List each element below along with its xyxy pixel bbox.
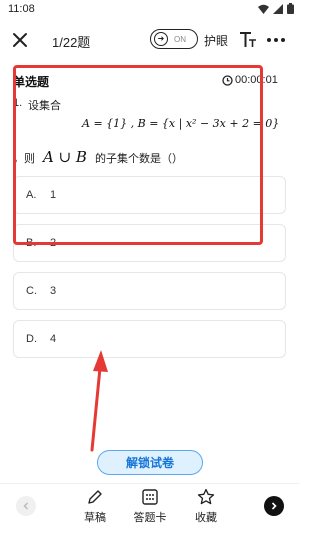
unlock-exam-button[interactable]: 解锁试卷 [97, 450, 203, 475]
previous-button[interactable] [16, 496, 36, 516]
option-letter: D. [26, 333, 37, 345]
signal-icon [273, 3, 283, 14]
font-size-icon[interactable] [238, 30, 258, 50]
option-text: 4 [50, 333, 57, 345]
favorite-button[interactable]: 收藏 [186, 488, 226, 525]
eye-care-label: 护眼 [204, 34, 229, 48]
status-bar: 11:08 [0, 0, 300, 20]
close-icon[interactable] [10, 30, 30, 50]
answer-card-button[interactable]: 答题卡 [130, 488, 170, 525]
toggle-state: ON [174, 34, 186, 44]
status-icons [258, 3, 294, 14]
bottom-toolbar: 草稿 答题卡 收藏 [0, 483, 300, 534]
highlight-annotation-box [13, 65, 263, 245]
toggle-arrow-icon: ➜ [154, 32, 168, 46]
draft-label: 草稿 [84, 512, 106, 524]
question-progress: 1/22题 [52, 35, 91, 50]
favorite-label: 收藏 [195, 512, 217, 524]
option-letter: C. [26, 285, 37, 297]
top-bar: 1/22题 ➜ ON 护眼 [0, 26, 300, 56]
star-icon [197, 488, 215, 505]
battery-icon [287, 3, 294, 14]
answer-card-label: 答题卡 [133, 512, 167, 524]
option-c[interactable]: C. 3 [13, 272, 286, 310]
option-text: 3 [50, 285, 57, 297]
option-d[interactable]: D. 4 [13, 320, 286, 358]
eye-care-toggle[interactable]: ➜ ON [150, 29, 198, 49]
pen-icon [88, 490, 102, 504]
status-time: 11:08 [8, 3, 35, 15]
answer-card-icon [142, 489, 158, 505]
chevron-right-icon [271, 502, 277, 510]
next-button[interactable] [264, 496, 284, 516]
more-icon[interactable] [264, 30, 288, 50]
chevron-left-icon [23, 502, 29, 510]
wifi-icon [258, 4, 269, 14]
draft-button[interactable]: 草稿 [75, 488, 115, 525]
